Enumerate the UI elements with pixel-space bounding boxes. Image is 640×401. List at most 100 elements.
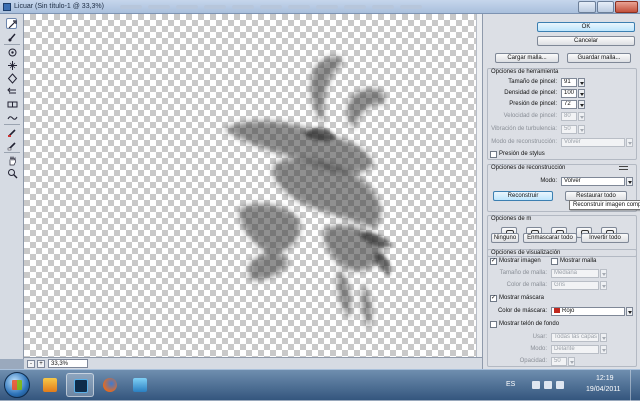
freeze-mask-tool-icon[interactable] [6, 126, 17, 137]
mesh-size-select: Mediana [551, 269, 599, 278]
turbulent-jitter-input: 50 [561, 125, 577, 134]
zoom-in-button[interactable]: + [37, 360, 45, 368]
show-mask-label: Mostrar máscara [499, 295, 545, 301]
brush-pressure-input[interactable]: 72 [561, 100, 577, 109]
brush-rate-label: Velocidad de pincel: [503, 113, 557, 119]
stylus-pressure-label: Presión de stylus [499, 151, 545, 157]
show-mesh-checkbox[interactable] [551, 258, 558, 265]
reconstruct-mode-select-2[interactable]: Volver [561, 177, 625, 186]
firefox-icon [103, 378, 117, 392]
mesh-size-label: Tamaño de malla: [499, 270, 547, 276]
backdrop-mode-dropdown [600, 345, 607, 354]
brush-size-input[interactable]: 91 [561, 78, 577, 87]
brush-density-label: Densidad de pincel: [504, 90, 557, 96]
cancel-button[interactable]: Cancelar [537, 36, 635, 46]
brush-density-input[interactable]: 100 [561, 89, 577, 98]
show-backdrop-label: Mostrar telón de fondo [499, 321, 560, 327]
volume-icon [556, 381, 564, 389]
zoom-out-button[interactable]: - [27, 360, 35, 368]
language-indicator[interactable]: ES [506, 381, 515, 388]
photoshop-icon [3, 3, 11, 11]
window-title: Licuar (Sin título-1 @ 33,3%) [14, 3, 104, 10]
show-mesh-label: Mostrar malla [560, 258, 597, 264]
reconstruct-mode-dropdown-2[interactable] [626, 177, 633, 186]
backdrop-opacity-dropdown [568, 357, 575, 366]
turbulence-tool-icon[interactable] [6, 111, 18, 122]
backdrop-mode-label: Modo: [530, 346, 547, 352]
show-mask-checkbox[interactable]: ✓ [490, 295, 497, 302]
mesh-color-label: Color de malla: [506, 282, 547, 288]
brush-rate-input: 80 [561, 112, 577, 121]
show-backdrop-checkbox[interactable] [490, 321, 497, 328]
forward-warp-tool-icon[interactable] [6, 18, 17, 29]
mask-none-button[interactable]: Ninguno [491, 233, 519, 243]
liquify-toolbox [0, 14, 24, 359]
mesh-size-dropdown [600, 269, 607, 278]
invert-all-button[interactable]: Invertir todo [581, 233, 629, 243]
brush-pressure-label: Presión de pincel: [509, 101, 557, 107]
zoom-tool-icon[interactable] [6, 167, 18, 179]
reconstruct-tool-icon[interactable] [6, 31, 17, 42]
reconstruct-options-title: Opciones de reconstrucción [491, 165, 566, 171]
reconstruct-button[interactable]: Reconstruir [493, 191, 553, 201]
taskbar-network[interactable] [126, 373, 154, 397]
mask-options-title: Opciones de m [491, 216, 532, 222]
reconstruct-mode-label: Modo de reconstrucción: [491, 139, 557, 145]
tray-icons[interactable] [532, 381, 572, 390]
mask-color-dropdown[interactable] [626, 307, 633, 316]
mesh-color-dropdown [600, 281, 607, 290]
show-desktop-button[interactable] [630, 370, 640, 401]
brush-size-label: Tamaño de pincel: [508, 79, 557, 85]
panel-menu-icon[interactable] [619, 166, 628, 170]
reconstruct-mode-label-2: Modo: [540, 178, 557, 184]
hand-tool-icon[interactable] [6, 154, 17, 166]
windows-taskbar: ES 12:19 19/04/2011 [0, 369, 640, 401]
brush-pressure-dropdown[interactable] [578, 100, 585, 109]
image-preview-canvas[interactable] [24, 14, 476, 357]
bloat-tool-icon[interactable] [6, 72, 18, 84]
load-mesh-button[interactable]: Cargar malla... [495, 53, 559, 63]
zoom-level-field[interactable]: 33,3% [48, 359, 88, 368]
start-button-icon[interactable] [4, 372, 30, 398]
reconstruct-mode-select: Volver [561, 138, 625, 147]
pucker-tool-icon[interactable] [6, 59, 17, 70]
media-player-icon [43, 378, 57, 392]
mask-color-swatch [554, 308, 560, 313]
mesh-color-select: Gris [551, 281, 599, 290]
taskbar-media-player[interactable] [36, 373, 64, 397]
taskbar-photoshop[interactable] [66, 373, 94, 397]
save-mesh-button[interactable]: Guardar malla... [567, 53, 631, 63]
options-panel: OK Cancelar Cargar malla... Guardar mall… [482, 14, 640, 369]
push-left-tool-icon[interactable] [6, 85, 17, 96]
mask-color-label: Color de máscara: [497, 308, 547, 314]
close-button[interactable] [615, 1, 638, 13]
twirl-clockwise-tool-icon[interactable] [6, 46, 17, 57]
mirror-tool-icon[interactable] [6, 98, 18, 109]
backdrop-opacity-label: Opacidad: [519, 358, 547, 364]
tool-options-title: Opciones de herramienta [491, 69, 559, 75]
liquified-image [224, 56, 392, 329]
photoshop-taskbar-icon [74, 379, 88, 393]
backdrop-opacity-input: 50 [551, 357, 567, 366]
title-bar: Licuar (Sin título-1 @ 33,3%) [0, 0, 640, 14]
brush-density-dropdown[interactable] [578, 89, 585, 98]
thaw-mask-tool-icon[interactable] [6, 139, 17, 151]
show-image-checkbox[interactable]: ✓ [490, 258, 497, 265]
clock-time[interactable]: 12:19 [596, 375, 614, 382]
brush-size-dropdown[interactable] [578, 78, 585, 87]
minimize-button[interactable] [578, 1, 596, 13]
clock-date[interactable]: 19/04/2011 [586, 386, 621, 393]
maximize-button[interactable] [597, 1, 614, 13]
backdrop-use-dropdown [600, 333, 607, 342]
network-icon [133, 378, 147, 392]
ok-button[interactable]: OK [537, 22, 635, 32]
view-options-title: Opciones de visualización [491, 250, 561, 256]
show-image-label: Mostrar imagen [499, 258, 541, 264]
backdrop-use-select: Todas las capas [551, 333, 599, 342]
stylus-pressure-checkbox[interactable] [490, 151, 497, 158]
mask-color-select[interactable]: Rojo [551, 307, 625, 316]
turbulent-jitter-dropdown [578, 125, 585, 134]
status-bar: - + 33,3% [24, 357, 482, 369]
mask-all-button[interactable]: Enmascarar todo [523, 233, 577, 243]
taskbar-firefox[interactable] [96, 373, 124, 397]
